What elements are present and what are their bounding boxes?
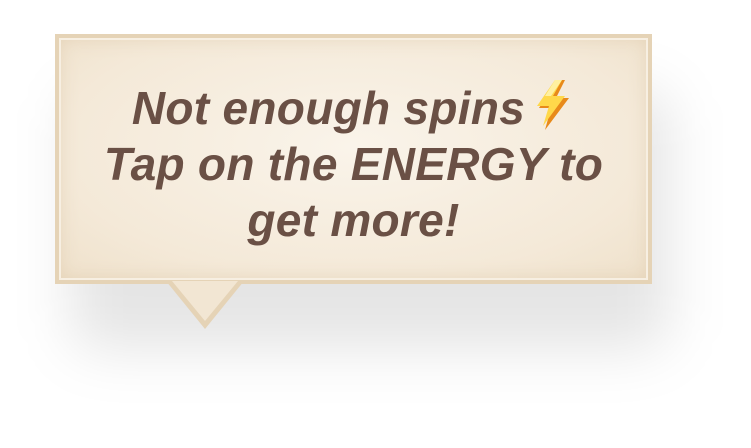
speech-bubble-tail xyxy=(166,281,244,329)
message-line-2: Tap on the ENERGY to xyxy=(103,138,604,190)
message-line-1: Not enough spins xyxy=(55,78,652,136)
message-text-1: Not enough spins xyxy=(131,82,526,134)
energy-message: Not enough spins Tap on the ENERGY to ge… xyxy=(55,78,652,248)
tooltip-popup: Not enough spins Tap on the ENERGY to ge… xyxy=(0,0,751,448)
lightning-bolt-icon xyxy=(537,80,570,130)
message-line-3: get more! xyxy=(247,194,460,246)
